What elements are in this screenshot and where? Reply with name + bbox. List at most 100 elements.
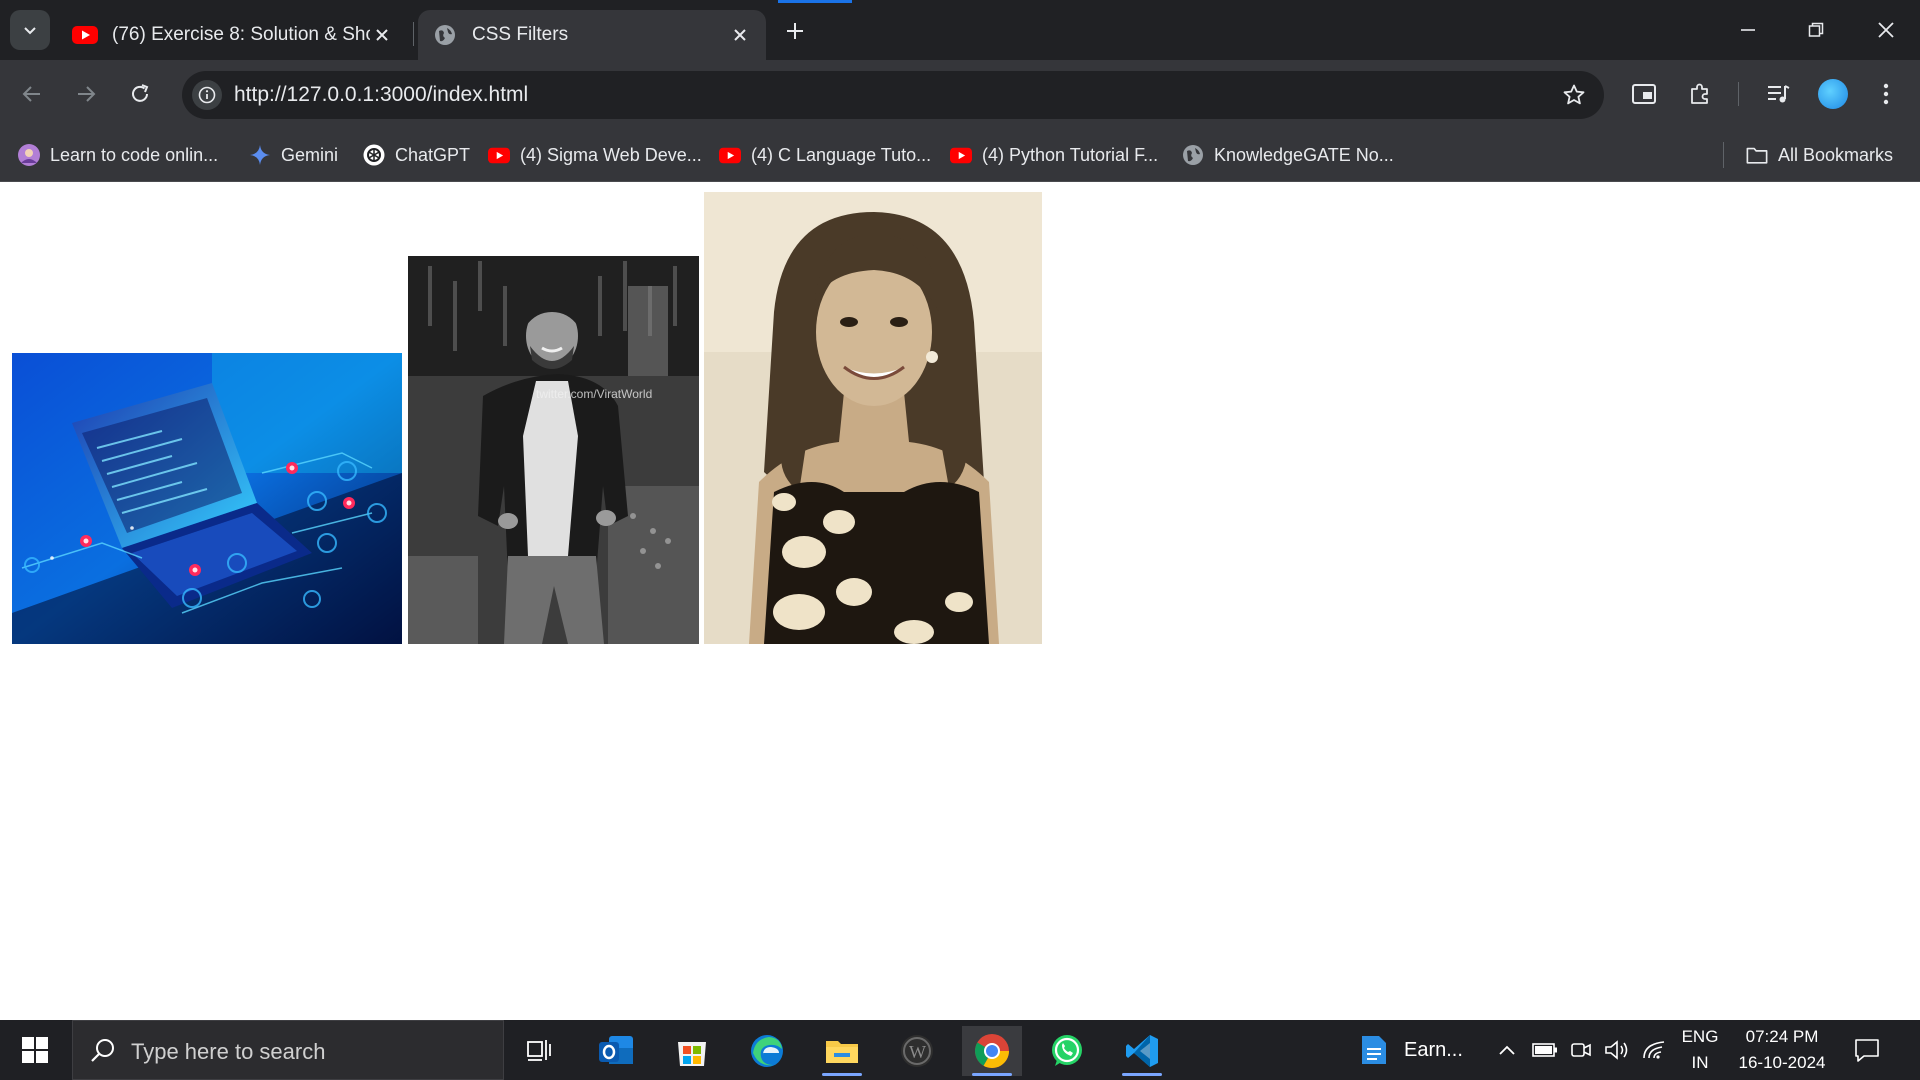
loading-indicator xyxy=(778,0,852,3)
svg-text:W: W xyxy=(909,1042,926,1062)
clock-date: 16-10-2024 xyxy=(1738,1053,1826,1072)
watermark-text: twitter.com/ViratWorld xyxy=(536,387,652,401)
wifi-icon xyxy=(1643,1041,1665,1059)
address-bar[interactable]: http://127.0.0.1:3000/index.html xyxy=(182,71,1604,119)
back-button[interactable] xyxy=(16,78,48,110)
browser-menu-button[interactable] xyxy=(1870,78,1902,110)
task-view-icon xyxy=(527,1040,551,1061)
bookmark-label: (4) Sigma Web Deve... xyxy=(520,144,702,165)
battery-icon xyxy=(1532,1043,1557,1057)
media-controls-button[interactable] xyxy=(1762,78,1794,110)
bookmarks-bar: Learn to code onlin... Gemini ChatGPT (4… xyxy=(0,128,1920,182)
close-icon xyxy=(1878,22,1894,38)
battery-indicator[interactable] xyxy=(1532,1020,1558,1080)
task-view-button[interactable] xyxy=(510,1026,570,1076)
close-tab-icon[interactable] xyxy=(370,23,394,47)
forward-button[interactable] xyxy=(70,78,102,110)
bookmark-label: (4) Python Tutorial F... xyxy=(982,144,1159,165)
woman-portrait-image xyxy=(704,192,1042,644)
profile-avatar[interactable] xyxy=(1818,79,1848,109)
wordpress-app[interactable]: W xyxy=(887,1026,947,1076)
file-explorer-app[interactable] xyxy=(812,1026,872,1076)
language-indicator[interactable]: ENG IN xyxy=(1680,1020,1720,1080)
bookmark-chatgpt[interactable]: ChatGPT xyxy=(363,140,470,170)
bookmark-label: Learn to code onlin... xyxy=(50,144,219,165)
running-indicator xyxy=(1122,1073,1162,1076)
bookmark-python-tutorial[interactable]: (4) Python Tutorial F... xyxy=(950,140,1158,170)
extensions-button[interactable] xyxy=(1684,78,1716,110)
browser-titlebar: (76) Exercise 8: Solution & Shoutouts CS… xyxy=(0,0,1920,60)
vscode-app[interactable] xyxy=(1112,1026,1172,1076)
action-center-button[interactable] xyxy=(1853,1036,1881,1064)
url-text[interactable]: http://127.0.0.1:3000/index.html xyxy=(234,83,528,107)
browser-toolbar: http://127.0.0.1:3000/index.html xyxy=(0,60,1920,128)
running-app-earn[interactable]: Earn... xyxy=(1360,1020,1470,1080)
whatsapp-icon xyxy=(1052,1035,1082,1066)
meet-now-indicator[interactable] xyxy=(1570,1020,1592,1080)
outlook-app[interactable] xyxy=(586,1026,646,1076)
chrome-icon xyxy=(975,1034,1009,1068)
chevron-up-icon xyxy=(1499,1045,1515,1055)
youtube-icon xyxy=(72,22,98,48)
bookmark-sigma-web[interactable]: (4) Sigma Web Deve... xyxy=(488,140,702,170)
show-hidden-icons-button[interactable] xyxy=(1498,1020,1516,1080)
wordpress-icon: W xyxy=(901,1035,933,1067)
globe-icon xyxy=(432,22,458,48)
bookmark-knowledgegate[interactable]: KnowledgeGATE No... xyxy=(1182,140,1394,170)
chrome-app[interactable] xyxy=(962,1026,1022,1076)
man-portrait-image: twitter.com/ViratWorld xyxy=(408,256,699,644)
bookmark-learn-to-code[interactable]: Learn to code onlin... xyxy=(18,140,218,170)
plus-icon xyxy=(787,23,803,39)
bookmark-label: Gemini xyxy=(281,144,339,165)
network-indicator[interactable] xyxy=(1642,1020,1666,1080)
clock-time: 07:24 PM xyxy=(1745,1027,1819,1046)
bookmark-star-icon[interactable] xyxy=(1562,83,1586,107)
bookmark-label: ChatGPT xyxy=(395,144,471,165)
tab-youtube-exercise[interactable]: (76) Exercise 8: Solution & Shoutouts xyxy=(58,10,408,60)
site-info-icon[interactable] xyxy=(192,80,222,110)
document-app-icon xyxy=(1362,1036,1386,1064)
new-tab-button[interactable] xyxy=(780,16,810,46)
clock[interactable]: 07:24 PM 16-10-2024 xyxy=(1732,1020,1832,1080)
taskbar-search-box[interactable]: Type here to search xyxy=(72,1020,504,1080)
chevron-down-icon xyxy=(24,27,36,35)
tab-title: CSS Filters xyxy=(472,24,569,45)
notification-icon xyxy=(1855,1039,1879,1062)
bookmark-c-language[interactable]: (4) C Language Tuto... xyxy=(719,140,931,170)
laptop-circuit-image xyxy=(12,353,402,644)
close-tab-icon[interactable] xyxy=(728,23,752,47)
edge-icon xyxy=(751,1035,783,1067)
language-code: ENG xyxy=(1681,1027,1719,1046)
outlook-icon xyxy=(599,1036,633,1064)
close-window-button[interactable] xyxy=(1858,8,1914,52)
chatgpt-icon xyxy=(363,144,385,166)
youtube-icon xyxy=(719,144,741,166)
search-icon xyxy=(89,1037,117,1070)
bookmark-gemini[interactable]: Gemini xyxy=(249,140,338,170)
microsoft-store-app[interactable] xyxy=(662,1026,722,1076)
whatsapp-app[interactable] xyxy=(1037,1026,1097,1076)
all-bookmarks-button[interactable]: All Bookmarks xyxy=(1746,140,1893,170)
picture-in-picture-button[interactable] xyxy=(1628,78,1660,110)
speaker-icon xyxy=(1605,1040,1628,1060)
youtube-icon xyxy=(488,144,510,166)
playlist-icon xyxy=(1768,85,1790,103)
picture-in-picture-icon xyxy=(1632,84,1656,104)
region-code: IN xyxy=(1691,1053,1709,1072)
all-bookmarks-label: All Bookmarks xyxy=(1778,144,1894,165)
bookmark-label: KnowledgeGATE No... xyxy=(1214,144,1394,165)
start-button[interactable] xyxy=(0,1020,70,1080)
tab-css-filters[interactable]: CSS Filters xyxy=(418,10,766,60)
volume-indicator[interactable] xyxy=(1604,1020,1630,1080)
windows-taskbar: Type here to search W Earn... ENG IN 07:… xyxy=(0,1020,1920,1080)
tab-search-button[interactable] xyxy=(10,10,50,50)
reload-icon xyxy=(132,84,149,102)
restore-button[interactable] xyxy=(1788,8,1844,52)
camera-icon xyxy=(1571,1043,1591,1057)
tab-title: (76) Exercise 8: Solution & Shoutouts xyxy=(112,24,370,45)
minimize-button[interactable] xyxy=(1720,8,1776,52)
reload-button[interactable] xyxy=(124,78,156,110)
youtube-icon xyxy=(950,144,972,166)
running-indicator xyxy=(972,1073,1012,1076)
edge-app[interactable] xyxy=(737,1026,797,1076)
